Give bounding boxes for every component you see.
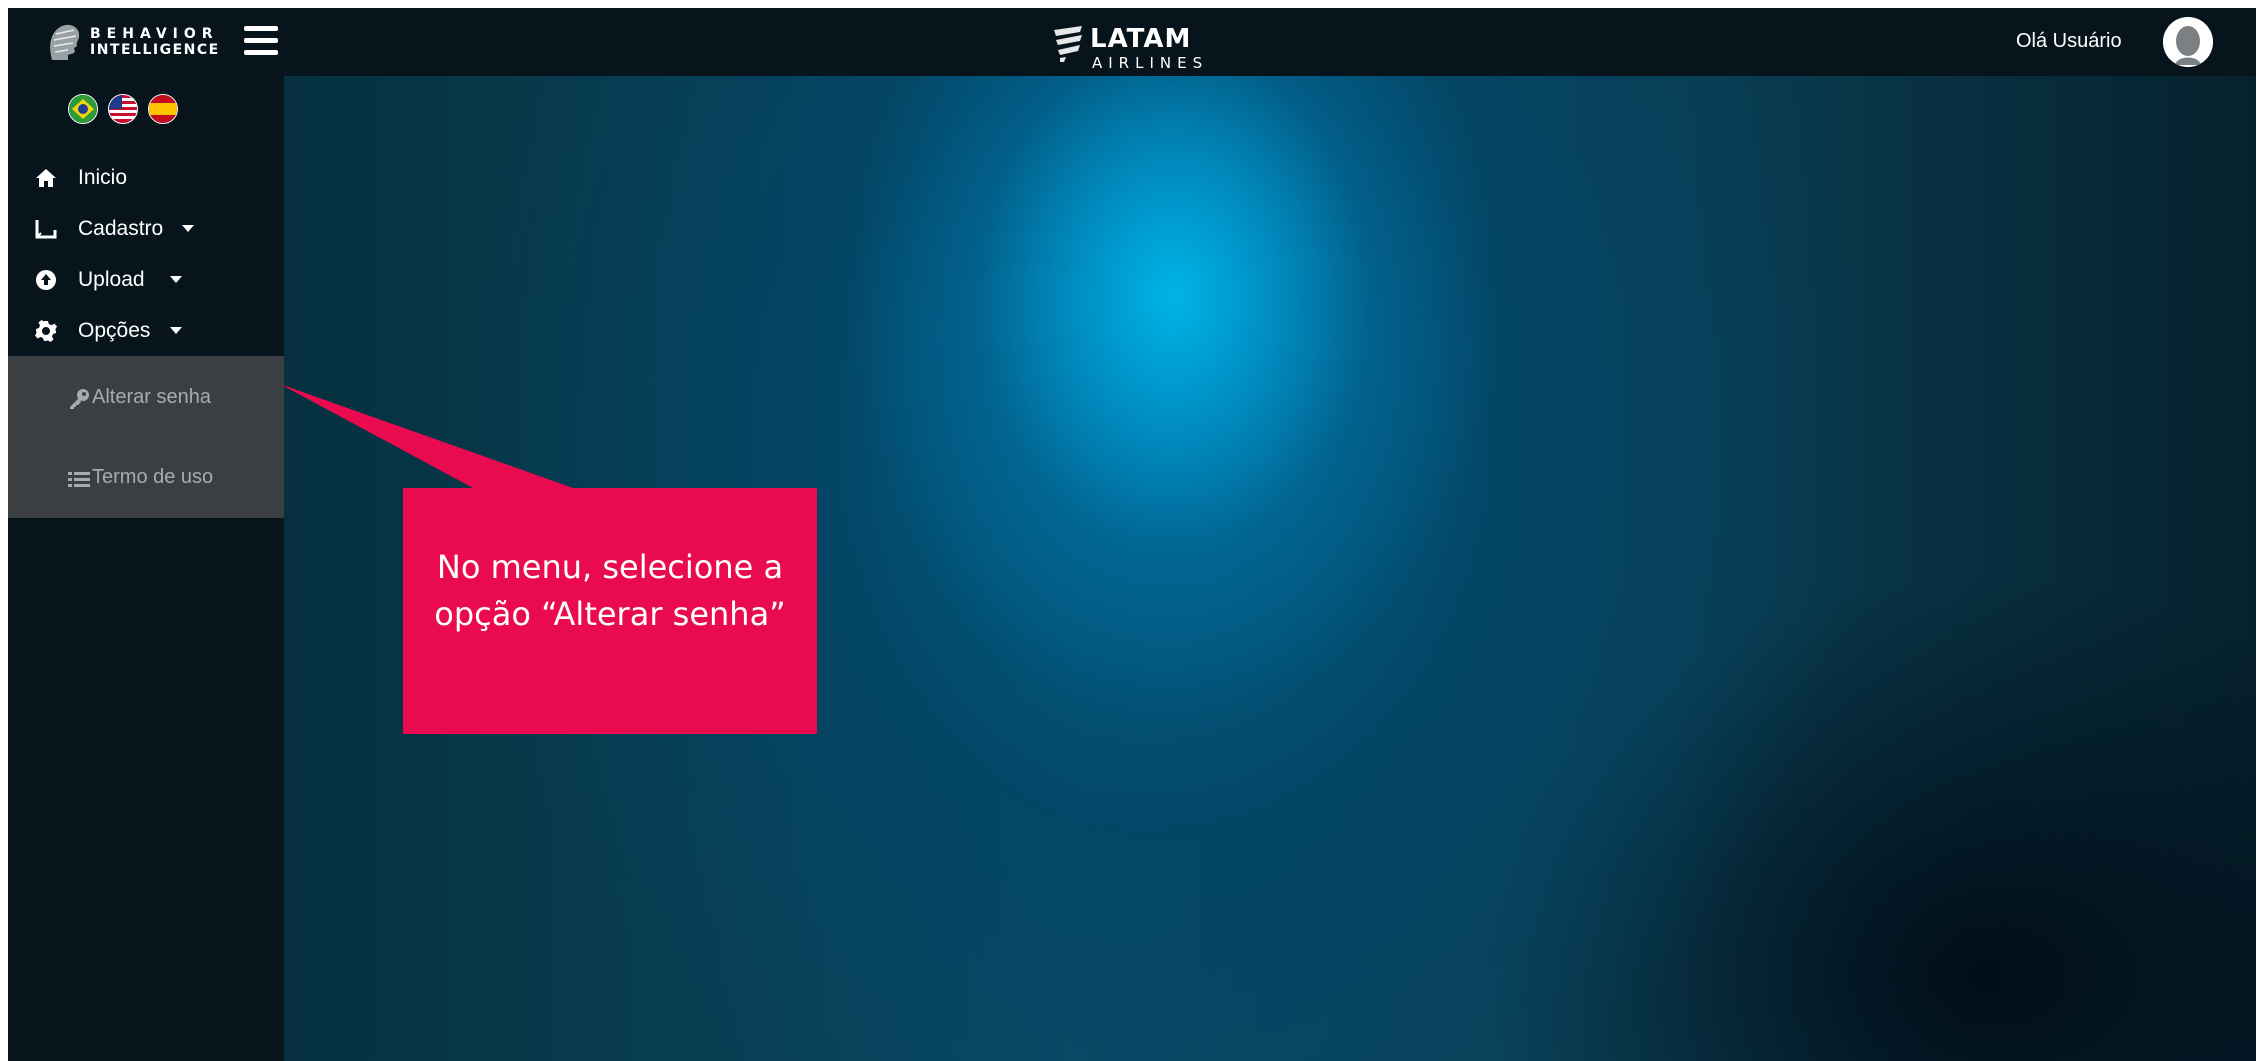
sidebar-item-label: Cadastro — [78, 217, 164, 240]
sidebar: Inicio Cadastro Upload Opções Alterar se… — [8, 76, 284, 1061]
logo-text-intelligence: INTELLIGENCE — [90, 42, 220, 58]
behavior-intelligence-logo[interactable]: BEHAVIOR INTELLIGENCE — [46, 22, 218, 62]
user-avatar-icon[interactable] — [2163, 17, 2213, 67]
book-icon — [35, 220, 57, 239]
spain-flag-icon[interactable] — [148, 94, 178, 124]
sidebar-item-label: Upload — [78, 268, 145, 291]
chevron-down-icon — [170, 327, 182, 334]
submenu-item-label: Termo de uso — [92, 466, 214, 488]
logo-text-airlines: AIRLINES — [1092, 54, 1209, 72]
logo-text-behavior: BEHAVIOR — [90, 26, 219, 42]
home-icon — [36, 169, 56, 187]
head-silhouette-icon — [50, 24, 80, 60]
latam-airlines-logo: LATAM AIRLINES — [1052, 20, 1232, 72]
instruction-callout: No menu, selecione a opção “Alterar senh… — [403, 488, 817, 734]
sidebar-item-label: Opções — [78, 319, 151, 342]
app-window: BEHAVIOR INTELLIGENCE LATAM AIRLINES Olá… — [8, 8, 2256, 1061]
brazil-flag-icon[interactable] — [68, 94, 98, 124]
hamburger-icon[interactable] — [244, 26, 278, 56]
callout-text: No menu, selecione a opção “Alterar senh… — [434, 548, 786, 633]
submenu-item-label: Alterar senha — [92, 386, 211, 408]
chevron-down-icon — [182, 225, 194, 232]
options-submenu: Alterar senha Termo de uso — [8, 356, 284, 518]
gear-icon — [35, 320, 57, 342]
user-greeting: Olá Usuário — [2016, 30, 2122, 52]
sidebar-item-label: Inicio — [78, 166, 128, 189]
top-bar: BEHAVIOR INTELLIGENCE LATAM AIRLINES Olá… — [8, 8, 2256, 76]
key-icon — [70, 389, 89, 409]
upload-icon — [36, 270, 56, 290]
usa-flag-icon[interactable] — [108, 94, 138, 124]
logo-text-latam: LATAM — [1090, 24, 1192, 54]
list-icon — [68, 472, 90, 487]
chevron-down-icon — [170, 276, 182, 283]
latam-stripes-icon — [1054, 26, 1082, 62]
